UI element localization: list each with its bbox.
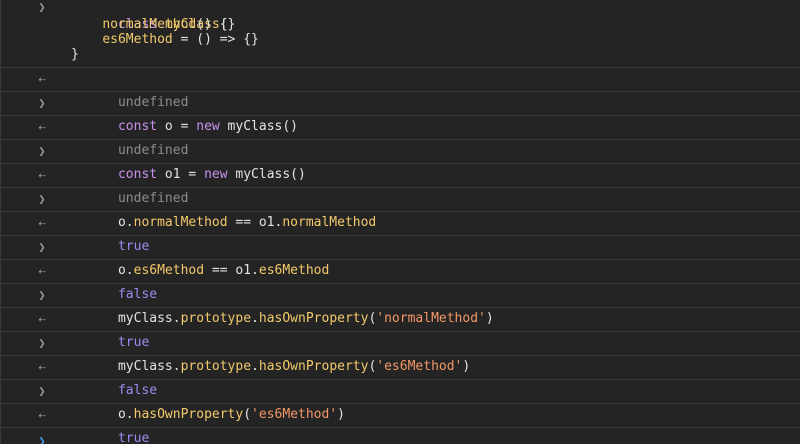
return-arrow-icon: ⇠ (38, 120, 46, 134)
chevron-right-icon: ❯ (38, 96, 46, 110)
method-name: es6Method (102, 32, 173, 47)
result-line: ⇠ undefined (1, 68, 800, 110)
chevron-right-icon: ❯ (38, 144, 46, 158)
console-result-entry: ⇠ true (1, 404, 800, 444)
console-input-entry[interactable]: ❯ const o = new myClass() (1, 92, 800, 134)
code-line: } (1, 47, 800, 67)
code-line: ❯ o.es6Method == o1.es6Method (1, 236, 800, 278)
code-line: ❯ myClass.prototype.hasOwnProperty('norma… (1, 284, 800, 326)
console-result-entry: ⇠ false (1, 356, 800, 398)
console-result-entry: ⇠ true (1, 212, 800, 254)
chevron-right-icon: ❯ (38, 288, 46, 302)
result-line: ⇠ undefined (1, 164, 800, 206)
result-line: ⇠ false (1, 260, 800, 302)
return-arrow-icon: ⇠ (38, 312, 46, 326)
chevron-right-icon: ❯ (38, 336, 46, 350)
console-input-entry[interactable]: ❯ o.hasOwnProperty('es6Method') (1, 380, 800, 422)
console-input-entry[interactable]: ❯ o.normalMethod == o1.normalMethod (1, 188, 800, 230)
console-input-entry[interactable]: ❯ class myClass{ normalMethod() {} es6Met… (1, 0, 800, 68)
code-line: ❯ o.normalMethod == o1.normalMethod (1, 188, 800, 230)
chevron-right-icon: ❯ (38, 240, 46, 254)
console-result-entry: ⇠ undefined (1, 116, 800, 158)
return-arrow-icon: ⇠ (38, 216, 46, 230)
return-arrow-icon: ⇠ (38, 72, 46, 86)
console-input-entry[interactable]: ❯ const o1 = new myClass() (1, 140, 800, 182)
console-result-entry: ⇠ true (1, 308, 800, 350)
console-result-entry: ⇠ false (1, 260, 800, 302)
console-input-entry[interactable]: ❯ myClass.prototype.hasOwnProperty('es6Me… (1, 332, 800, 374)
result-line: ⇠ false (1, 356, 800, 398)
code-line: ❯ class myClass{ (1, 0, 800, 32)
console-input-entry[interactable]: ❯ o.es6Method == o1.es6Method (1, 236, 800, 278)
chevron-right-icon: ❯ (38, 434, 46, 444)
code-line: ❯ const o = new myClass() (1, 92, 800, 134)
method-name: normalMethod (102, 17, 197, 32)
punctuation: = () => {} (172, 32, 259, 47)
result-line: ⇠ undefined (1, 116, 800, 158)
punctuation: () {} (196, 17, 236, 32)
chevron-right-icon: ❯ (38, 0, 46, 14)
console-result-entry: ⇠ undefined (1, 164, 800, 206)
code-line: ❯ o.hasOwnProperty('es6Method') (1, 380, 800, 422)
result-line: ⇠ true (1, 308, 800, 350)
return-arrow-icon: ⇠ (38, 408, 46, 422)
return-arrow-icon: ⇠ (38, 360, 46, 374)
code-line: ❯ myClass.prototype.hasOwnProperty('es6Me… (1, 332, 800, 374)
chevron-right-icon: ❯ (38, 192, 46, 206)
code-line: normalMethod() {} (1, 17, 800, 32)
return-arrow-icon: ⇠ (38, 168, 46, 182)
console-prompt-input[interactable]: ❯ (1, 428, 800, 444)
code-line: es6Method = () => {} (1, 32, 800, 47)
result-line: ⇠ true (1, 404, 800, 444)
result-line: ⇠ true (1, 212, 800, 254)
punctuation: } (71, 47, 79, 62)
chevron-right-icon: ❯ (38, 384, 46, 398)
code-line: ❯ const o1 = new myClass() (1, 140, 800, 182)
console-result-entry: ⇠ undefined (1, 68, 800, 110)
return-arrow-icon: ⇠ (38, 264, 46, 278)
console-panel: ❯ class myClass{ normalMethod() {} es6Met… (0, 0, 800, 444)
console-input-entry[interactable]: ❯ myClass.prototype.hasOwnProperty('norma… (1, 284, 800, 326)
